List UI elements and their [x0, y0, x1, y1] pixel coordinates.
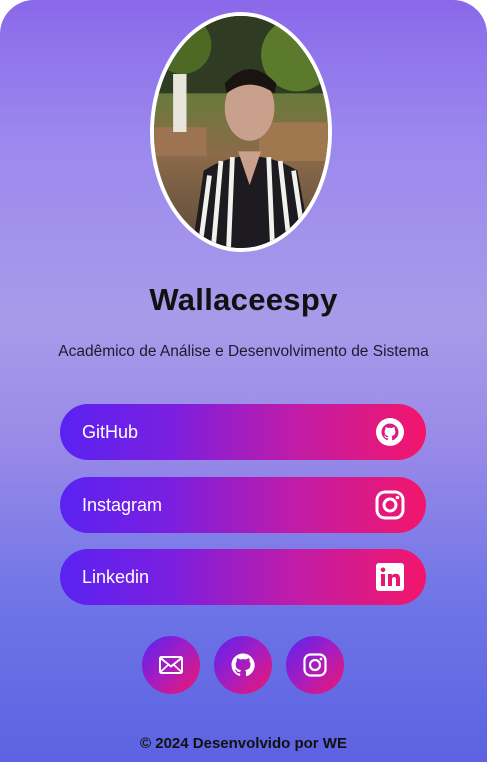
- profile-avatar: [150, 12, 332, 252]
- instagram-link-label: Instagram: [82, 494, 163, 515]
- email-icon: [158, 652, 184, 678]
- avatar-photo: [154, 16, 328, 248]
- github-link-button[interactable]: GitHub: [60, 404, 426, 460]
- social-instagram-button[interactable]: [286, 636, 344, 694]
- github-icon: [374, 416, 406, 448]
- footer-text: © 2024 Desenvolvido por WE: [140, 735, 347, 752]
- social-email-button[interactable]: [142, 636, 200, 694]
- github-icon: [230, 652, 256, 678]
- profile-subtitle: Acadêmico de Análise e Desenvolvimento d…: [58, 343, 429, 360]
- social-github-button[interactable]: [214, 636, 272, 694]
- linkedin-link-button[interactable]: Linkedin: [60, 549, 426, 605]
- profile-card: Wallaceespy Acadêmico de Análise e Desen…: [0, 0, 487, 762]
- github-link-label: GitHub: [82, 421, 139, 442]
- profile-name: Wallaceespy: [149, 282, 338, 317]
- instagram-icon: [302, 652, 328, 678]
- instagram-icon: [374, 489, 406, 521]
- instagram-link-button[interactable]: Instagram: [60, 477, 426, 533]
- linkedin-icon: [374, 561, 406, 593]
- linkedin-link-label: Linkedin: [82, 566, 150, 587]
